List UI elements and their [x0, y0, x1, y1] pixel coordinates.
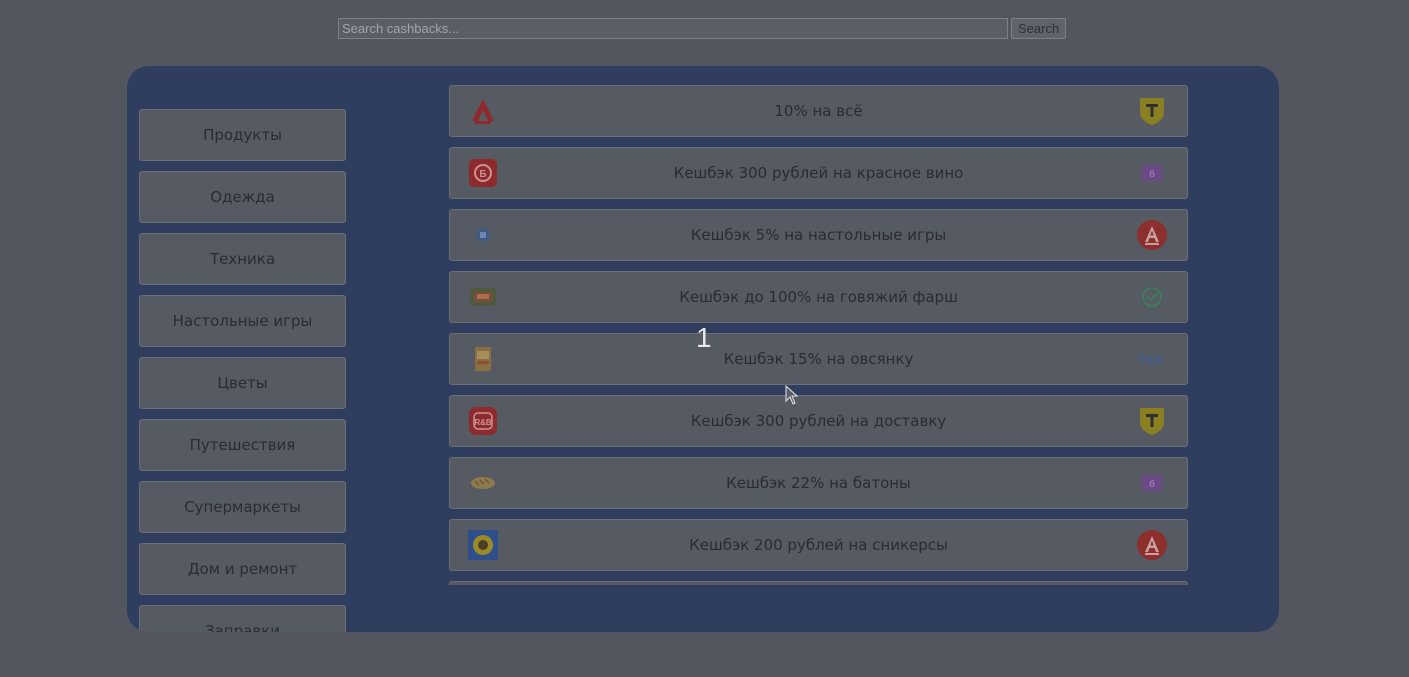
- cashback-list: 10% на всё Б Кешбэк 300 рублей на красно…: [449, 85, 1188, 585]
- overlay-step-number: 1: [696, 322, 712, 353]
- cashback-card[interactable]: Кешбэк до 100% на говяжий фарш: [449, 271, 1188, 323]
- svg-text:R&B: R&B: [474, 418, 492, 427]
- sidebar-item-travel[interactable]: Путешествия: [139, 419, 346, 471]
- alfa-bank-logo-icon: [1137, 530, 1167, 560]
- cashback-card[interactable]: Кешбэк 22% на батоны б: [449, 457, 1188, 509]
- tinkoff-logo-icon: [1137, 406, 1167, 436]
- search-input[interactable]: [338, 18, 1008, 39]
- cashback-text: 10% на всё: [774, 102, 863, 120]
- cashback-text: Кешбэк 200 рублей на сникерсы: [689, 536, 948, 554]
- cashback-text: Кешбэк 22% на батоны: [726, 474, 911, 492]
- tinkoff-logo-icon: [1137, 96, 1167, 126]
- ozon-bank-logo-icon: б: [1137, 468, 1167, 498]
- cashback-card[interactable]: [449, 581, 1188, 585]
- cashback-text: Кешбэк 300 рублей на красное вино: [673, 164, 964, 182]
- svg-text:ВТБ: ВТБ: [1147, 356, 1163, 365]
- sunflower-logo-icon: [468, 530, 498, 560]
- boardgame-shop-logo-icon: [468, 220, 498, 250]
- sidebar-item-clothes[interactable]: Одежда: [139, 171, 346, 223]
- svg-text:б: б: [1149, 479, 1155, 489]
- alfa-bank-logo-icon: [1137, 220, 1167, 250]
- category-sidebar: Продукты Одежда Техника Настольные игры …: [139, 109, 346, 632]
- sidebar-item-supermarkets[interactable]: Супермаркеты: [139, 481, 346, 533]
- svg-text:Б: Б: [479, 169, 486, 180]
- sidebar-item-electronics[interactable]: Техника: [139, 233, 346, 285]
- delivery-service-logo-icon: R&B: [468, 406, 498, 436]
- cashback-text: Кешбэк до 100% на говяжий фарш: [679, 288, 958, 306]
- cashback-text: Кешбэк 5% на настольные игры: [690, 226, 947, 244]
- search-bar: Search: [338, 18, 1067, 39]
- cashback-card[interactable]: Кешбэк 200 рублей на сникерсы: [449, 519, 1188, 571]
- winelab-logo-icon: Б: [468, 158, 498, 188]
- search-button[interactable]: Search: [1011, 18, 1067, 39]
- sidebar-item-gas-stations[interactable]: Заправки: [139, 605, 346, 632]
- sidebar-item-products[interactable]: Продукты: [139, 109, 346, 161]
- oatmeal-package-icon: [468, 344, 498, 374]
- sidebar-item-flowers[interactable]: Цветы: [139, 357, 346, 409]
- sber-logo-icon: [1137, 282, 1167, 312]
- minced-beef-package-icon: [468, 282, 498, 312]
- ozon-bank-logo-icon: б: [1137, 158, 1167, 188]
- sidebar-item-board-games[interactable]: Настольные игры: [139, 295, 346, 347]
- mouse-cursor-icon: [785, 384, 799, 409]
- cashback-card[interactable]: Кешбэк 15% на овсянку ВТБ: [449, 333, 1188, 385]
- cashback-card[interactable]: 10% на всё: [449, 85, 1188, 137]
- cashback-text: Кешбэк 15% на овсянку: [723, 350, 914, 368]
- cashback-card[interactable]: R&B Кешбэк 300 рублей на доставку: [449, 395, 1188, 447]
- sidebar-item-home-repair[interactable]: Дом и ремонт: [139, 543, 346, 595]
- svg-text:б: б: [1149, 169, 1155, 179]
- cashback-card[interactable]: Кешбэк 5% на настольные игры: [449, 209, 1188, 261]
- cashback-card[interactable]: Б Кешбэк 300 рублей на красное вино б: [449, 147, 1188, 199]
- cashback-text: Кешбэк 300 рублей на доставку: [690, 412, 947, 430]
- vtb-logo-icon: ВТБ: [1137, 344, 1167, 374]
- auchan-logo-icon: [468, 96, 498, 126]
- loaf-bread-icon: [468, 468, 498, 498]
